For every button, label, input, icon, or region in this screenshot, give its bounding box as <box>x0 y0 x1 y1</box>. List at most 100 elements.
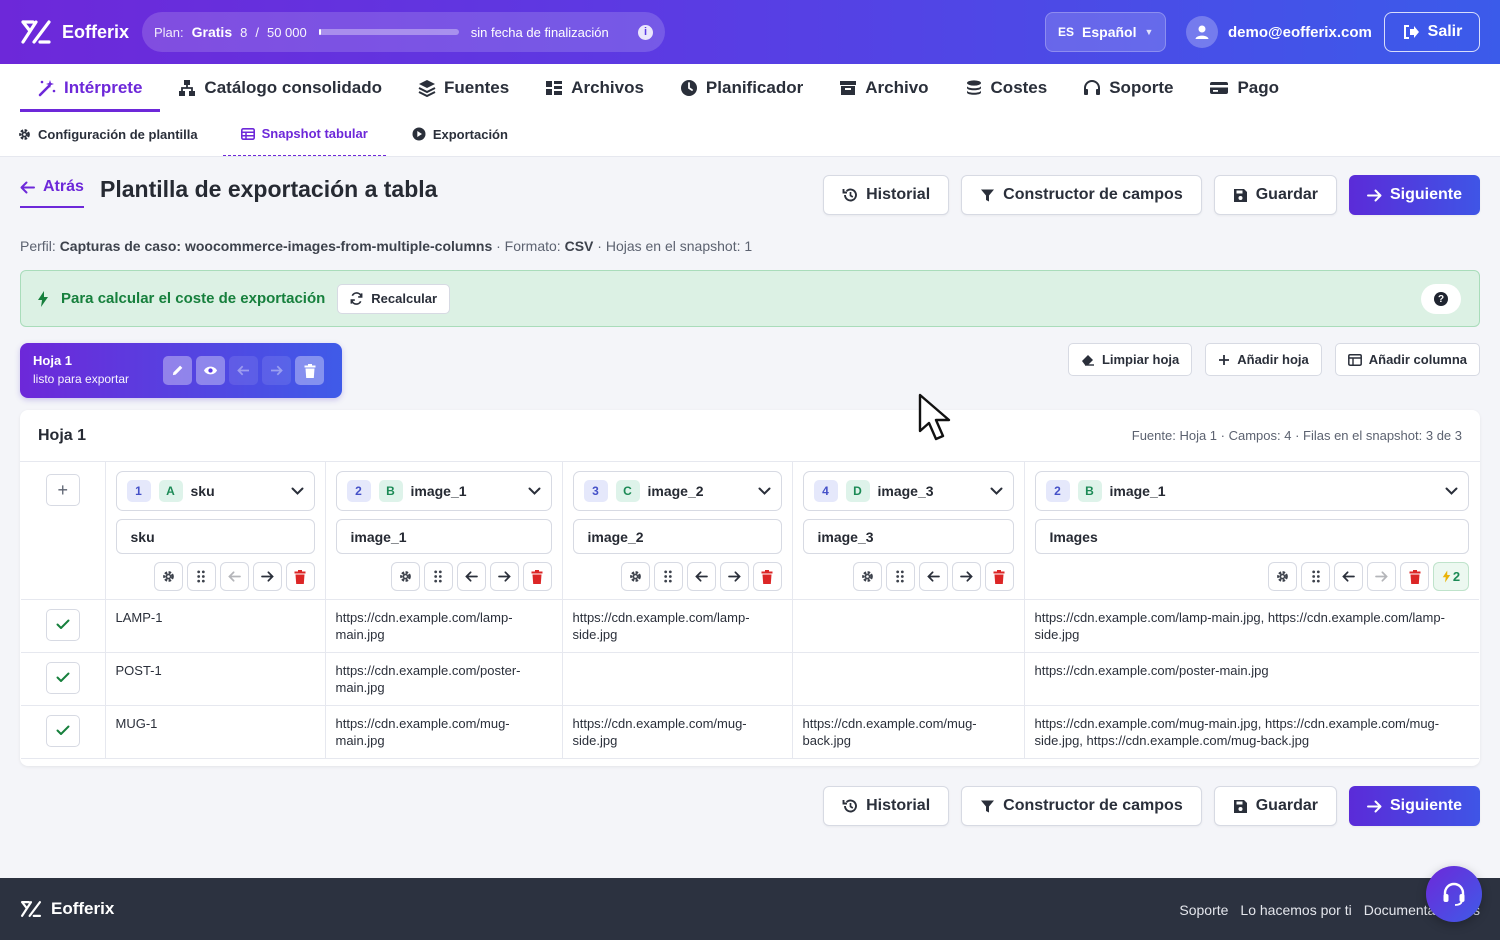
column-header-input[interactable]: image_1 <box>335 519 552 554</box>
footer-link[interactable]: Soporte <box>1179 902 1228 918</box>
sheet-card[interactable]: Hoja 1 listo para exportar <box>20 343 342 398</box>
move-column-right-button[interactable] <box>489 562 519 591</box>
row-check-button[interactable] <box>45 714 80 747</box>
column-drag-handle[interactable] <box>1301 562 1330 591</box>
sheet-actions: Limpiar hoja Añadir hoja Añadir columna <box>1067 343 1480 376</box>
column-header-input[interactable]: image_2 <box>572 519 782 554</box>
column-field-select[interactable]: 4 Dimage_3 <box>802 471 1014 511</box>
clear-sheet-button[interactable]: Limpiar hoja <box>1067 343 1193 376</box>
table-cell <box>792 652 1025 706</box>
merge-count-badge[interactable]: 2 <box>1433 562 1469 591</box>
info-icon[interactable]: i <box>638 24 653 40</box>
delete-column-button[interactable] <box>285 562 315 591</box>
tab-snapshot-tabular[interactable]: Snapshot tabular <box>222 112 386 156</box>
column-field-select[interactable]: 2 Bimage_1 <box>1034 471 1469 511</box>
user-icon <box>1195 25 1209 39</box>
nav-item-archivos[interactable]: Archivos <box>527 64 662 112</box>
arrow-right-icon <box>727 571 741 582</box>
add-sheet-button[interactable]: Añadir hoja <box>1205 343 1322 376</box>
table-row: POST-1 https://cdn.example.com/poster-mai… <box>21 652 1479 706</box>
column-header-input[interactable]: Images <box>1034 519 1469 554</box>
move-column-right-button[interactable] <box>951 562 981 591</box>
column-settings-button[interactable] <box>1268 562 1297 591</box>
next-button[interactable]: Siguiente <box>1348 786 1480 826</box>
column-drag-handle[interactable] <box>186 562 216 591</box>
nav-item-planificador[interactable]: Planificador <box>662 64 821 112</box>
delete-sheet-button[interactable] <box>295 356 324 385</box>
footer-brand[interactable]: Eofferix <box>20 899 114 919</box>
column-settings-button[interactable] <box>390 562 420 591</box>
history-button[interactable]: Historial <box>823 786 950 826</box>
nav-item-soporte[interactable]: Soporte <box>1065 64 1191 112</box>
move-column-right-button[interactable] <box>719 562 749 591</box>
column-field-select[interactable]: 1 Asku <box>115 471 315 511</box>
move-sheet-right-button[interactable] <box>262 356 291 385</box>
logout-button[interactable]: Salir <box>1384 12 1480 52</box>
logout-label: Salir <box>1427 23 1463 40</box>
field-builder-button[interactable]: Constructor de campos <box>961 175 1202 215</box>
tab-exportacion[interactable]: Exportación <box>392 112 529 156</box>
save-button[interactable]: Guardar <box>1213 175 1337 215</box>
nav-item-costes[interactable]: Costes <box>947 64 1066 112</box>
preview-sheet-button[interactable] <box>196 356 225 385</box>
column-drag-handle[interactable] <box>653 562 683 591</box>
arrow-left-icon <box>20 181 35 193</box>
nav-item-catalogo[interactable]: Catálogo consolidado <box>160 64 400 112</box>
row-check-button[interactable] <box>45 661 80 694</box>
language-selector[interactable]: ES Español ▼ <box>1045 12 1166 52</box>
support-chat-button[interactable] <box>1426 866 1482 922</box>
help-button[interactable]: ? <box>1421 284 1461 314</box>
trash-icon <box>304 363 315 378</box>
back-link[interactable]: Atrás <box>20 178 84 208</box>
move-column-left-button[interactable] <box>219 562 249 591</box>
delete-column-button[interactable] <box>984 562 1014 591</box>
column-field-name: image_1 <box>1109 483 1166 499</box>
move-column-left-button[interactable] <box>456 562 486 591</box>
user-menu[interactable]: demo@eofferix.com <box>1186 16 1372 48</box>
column-settings-button[interactable] <box>153 562 183 591</box>
edit-sheet-button[interactable] <box>163 356 192 385</box>
nav-label: Costes <box>990 78 1048 97</box>
row-check-button[interactable] <box>45 608 80 641</box>
nav-item-pago[interactable]: Pago <box>1191 64 1297 112</box>
column-letter-badge: B <box>1077 480 1102 502</box>
save-button[interactable]: Guardar <box>1213 786 1337 826</box>
recalculate-button[interactable]: Recalcular <box>337 283 451 314</box>
column-field-select[interactable]: 2 Bimage_1 <box>335 471 552 511</box>
next-button[interactable]: Siguiente <box>1348 175 1480 215</box>
row-status-cell <box>21 599 106 653</box>
recalc-label: Recalcular <box>371 291 438 306</box>
column-field-select[interactable]: 3 Cimage_2 <box>572 471 782 511</box>
nav-item-interprete[interactable]: Intérprete <box>20 64 161 112</box>
move-sheet-left-button[interactable] <box>229 356 258 385</box>
column-drag-handle[interactable] <box>885 562 915 591</box>
logo-icon <box>20 19 52 45</box>
sheets-count: · Hojas en el snapshot: 1 <box>597 238 753 254</box>
field-builder-button[interactable]: Constructor de campos <box>961 786 1202 826</box>
move-column-left-button[interactable] <box>918 562 948 591</box>
column-field-name: image_2 <box>647 483 704 499</box>
delete-column-button[interactable] <box>752 562 782 591</box>
nav-item-archivo[interactable]: Archivo <box>821 64 946 112</box>
delete-column-button[interactable] <box>522 562 552 591</box>
column-letter-badge: B <box>378 480 403 502</box>
add-column-button[interactable]: Añadir columna <box>1334 343 1480 376</box>
column-drag-handle[interactable] <box>423 562 453 591</box>
move-column-left-button[interactable] <box>1334 562 1363 591</box>
tab-configuracion[interactable]: Configuración de plantilla <box>18 112 219 156</box>
table-cell: https://cdn.example.com/mug-main.jpg, ht… <box>1024 705 1479 759</box>
add-row-button[interactable]: + <box>45 474 80 506</box>
table-cell: https://cdn.example.com/mug-side.jpg <box>562 705 793 759</box>
move-column-left-button[interactable] <box>686 562 716 591</box>
move-column-right-button[interactable] <box>252 562 282 591</box>
brand[interactable]: Eofferix <box>20 19 142 45</box>
move-column-right-button[interactable] <box>1367 562 1396 591</box>
column-header-input[interactable]: image_3 <box>802 519 1014 554</box>
delete-column-button[interactable] <box>1400 562 1429 591</box>
history-button[interactable]: Historial <box>823 175 950 215</box>
nav-item-fuentes[interactable]: Fuentes <box>400 64 527 112</box>
column-header-input[interactable]: sku <box>115 519 315 554</box>
column-settings-button[interactable] <box>852 562 882 591</box>
column-settings-button[interactable] <box>620 562 650 591</box>
footer-link[interactable]: Lo hacemos por ti <box>1240 902 1351 918</box>
